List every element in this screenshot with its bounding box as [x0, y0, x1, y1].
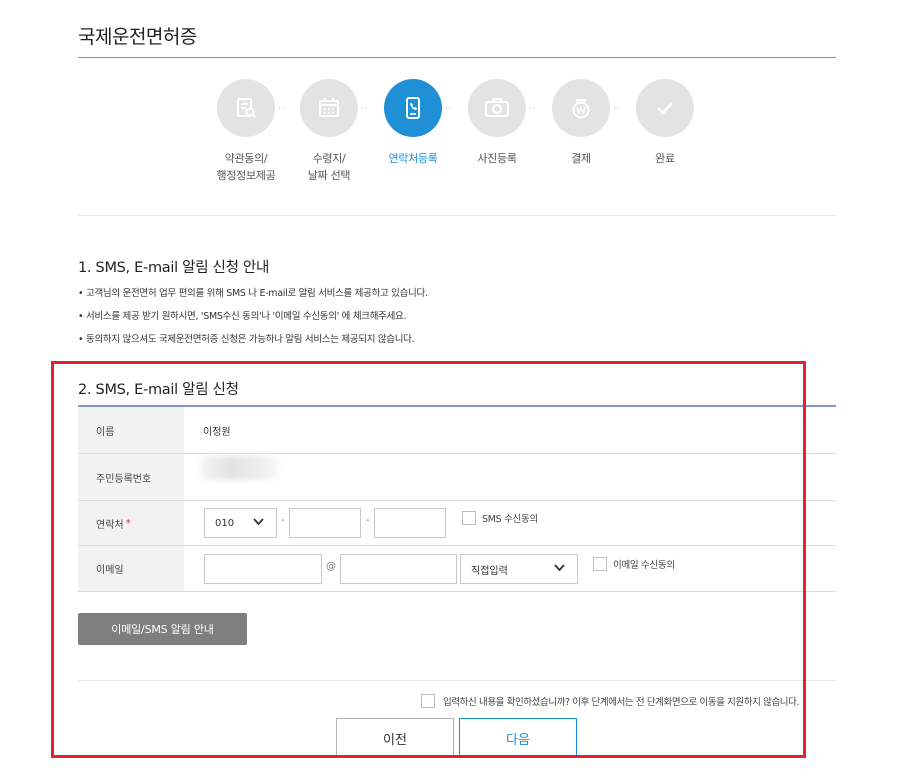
email-row: 이메일 [78, 546, 836, 592]
phone-label: 연락처 * [78, 501, 184, 545]
step-connector: ·· [445, 104, 453, 114]
next-button[interactable]: 다음 [459, 718, 577, 758]
sms-consent-label: SMS 수신동의 [482, 514, 538, 525]
step-4-circle [468, 79, 526, 137]
confirm-checkbox[interactable]: 입력하신 내용을 확인하셨습니까? 이후 단계에서는 전 단계화면으로 이동을 … [421, 694, 800, 708]
step-6-label: 완료 [655, 152, 675, 165]
notice-item: • 서비스를 제공 받기 원하시면, 'SMS수신 동의'나 '이메일 수신동의… [78, 311, 407, 322]
step-1-circle [217, 79, 275, 137]
phone-label-text: 연락처 [96, 519, 124, 531]
checkbox-box[interactable] [462, 511, 476, 525]
confirm-text: 입력하신 내용을 확인하셨습니까? 이후 단계에서는 전 단계화면으로 이동을 … [443, 697, 800, 708]
name-label: 이름 [78, 407, 184, 453]
step-3-circle [384, 79, 442, 137]
document-search-icon [237, 98, 257, 119]
required-mark: * [125, 517, 131, 529]
phone-row: 연락처 * [78, 501, 836, 546]
step-5-circle [552, 79, 610, 137]
notice-item: • 동의하지 않으셔도 국제운전면허증 신청은 가능하나 알림 서비스는 제공되… [78, 334, 415, 345]
step-6-circle [636, 79, 694, 137]
rrn-label: 주민등록번호 [78, 454, 184, 500]
checkbox-box[interactable] [421, 694, 435, 708]
name-value: 이정원 [203, 426, 231, 438]
name-row: 이름 이정원 [78, 407, 836, 454]
sms-consent-checkbox[interactable]: SMS 수신동의 [462, 511, 538, 525]
chevron-down-icon [253, 518, 264, 526]
phone-prefix-select[interactable]: 010 [204, 508, 277, 538]
camera-icon [485, 98, 509, 117]
chevron-down-icon [554, 564, 565, 572]
title-divider [78, 57, 836, 58]
check-icon [657, 102, 673, 115]
phone-icon [406, 97, 420, 119]
email-id-input[interactable] [204, 554, 322, 584]
page-title: 국제운전면허증 [78, 26, 197, 48]
email-domain-input[interactable] [340, 554, 457, 584]
phone-middle-input[interactable] [289, 508, 361, 538]
email-consent-label: 이메일 수신동의 [613, 560, 675, 571]
step-connector: ·· [613, 104, 621, 114]
won-coin-icon [572, 99, 590, 119]
section2-title: 2. SMS, E-mail 알림 신청 [78, 382, 239, 398]
email-at-sign: @ [326, 561, 336, 572]
notice-item: • 고객님의 운전면허 업무 편의를 위해 SMS 나 E-mail로 알림 서… [78, 288, 428, 299]
checkbox-box[interactable] [593, 557, 607, 571]
rrn-row: 주민등록번호 [78, 454, 836, 501]
email-domain-select[interactable]: 직접입력 [460, 554, 578, 584]
phone-prefix-value: 010 [215, 517, 235, 529]
phone-separator: - [366, 515, 370, 526]
step-connector: ·· [278, 104, 286, 114]
step-2-circle [300, 79, 358, 137]
email-domain-select-value: 직접입력 [471, 565, 508, 577]
step-connector: ·· [361, 104, 369, 114]
email-sms-info-button[interactable]: 이메일/SMS 알림 안내 [78, 613, 247, 645]
footer-divider [78, 680, 836, 681]
rrn-value-blurred [200, 456, 278, 480]
phone-separator: - [281, 515, 285, 526]
prev-button[interactable]: 이전 [336, 718, 454, 758]
email-label: 이메일 [78, 546, 184, 591]
email-consent-checkbox[interactable]: 이메일 수신동의 [593, 557, 675, 571]
calendar-icon [319, 98, 339, 117]
phone-last-input[interactable] [374, 508, 446, 538]
stepper-divider [78, 215, 836, 216]
step-connector: ·· [529, 104, 537, 114]
section1-title: 1. SMS, E-mail 알림 신청 안내 [78, 260, 270, 276]
